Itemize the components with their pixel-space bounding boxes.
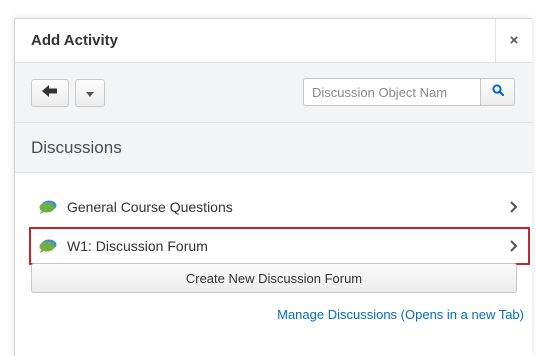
chevron-right-icon bbox=[508, 240, 520, 252]
discussion-icon bbox=[39, 200, 57, 214]
search-placeholder: Discussion Object Nam bbox=[312, 84, 448, 100]
search-button[interactable] bbox=[481, 78, 515, 106]
list-item-label: General Course Questions bbox=[67, 199, 233, 215]
back-arrow-icon bbox=[42, 84, 58, 102]
caret-down-icon bbox=[86, 84, 94, 102]
close-button[interactable]: × bbox=[495, 19, 532, 62]
back-button[interactable] bbox=[31, 78, 69, 107]
toolbar: Discussion Object Nam bbox=[15, 63, 532, 123]
section-heading: Discussions bbox=[15, 123, 532, 173]
create-new-discussion-forum-button[interactable]: Create New Discussion Forum bbox=[31, 263, 517, 293]
dialog-title: Add Activity bbox=[31, 32, 118, 49]
add-activity-dialog: Add Activity × Discussion Object Nam Dis… bbox=[14, 18, 532, 356]
list-item-w1-discussion-forum[interactable]: W1: Discussion Forum bbox=[29, 227, 530, 265]
close-icon: × bbox=[509, 32, 519, 49]
manage-discussions-link[interactable]: Manage Discussions (Opens in a new Tab) bbox=[277, 307, 524, 322]
discussion-icon bbox=[39, 239, 57, 253]
search-input[interactable]: Discussion Object Nam bbox=[303, 78, 481, 106]
options-dropdown-button[interactable] bbox=[75, 78, 105, 107]
list-item-label: W1: Discussion Forum bbox=[67, 238, 208, 254]
dialog-titlebar: Add Activity × bbox=[15, 19, 532, 63]
list-item-general-course-questions[interactable]: General Course Questions bbox=[31, 189, 528, 225]
search-icon bbox=[491, 83, 504, 101]
chevron-right-icon bbox=[508, 201, 520, 213]
discussion-list: General Course Questions W1: Discussion … bbox=[15, 173, 532, 265]
